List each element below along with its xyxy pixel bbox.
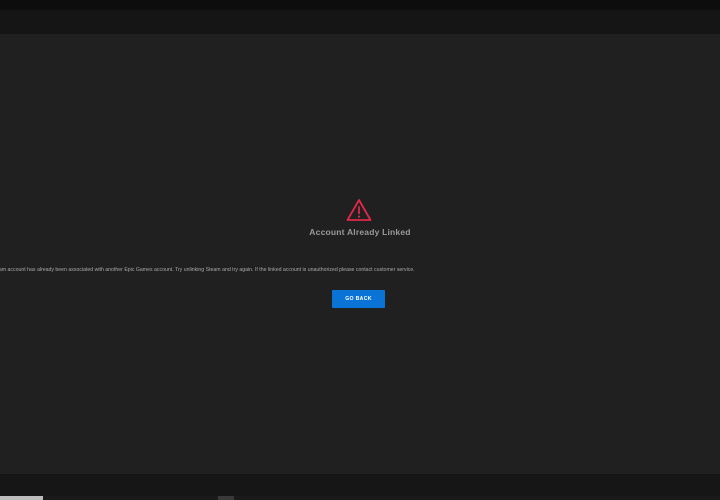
error-title: Account Already Linked xyxy=(309,227,411,237)
taskbar-edge xyxy=(0,496,720,500)
go-back-button[interactable]: GO BACK xyxy=(332,290,385,308)
main-content xyxy=(0,34,720,474)
window-top-edge xyxy=(0,0,720,10)
footer-bar xyxy=(0,474,720,496)
taskbar-item[interactable] xyxy=(0,496,43,500)
error-message: eam account has already been associated … xyxy=(0,267,415,273)
warning-triangle-icon xyxy=(346,199,372,221)
taskbar-item[interactable] xyxy=(218,496,234,500)
header-bar xyxy=(0,10,720,34)
